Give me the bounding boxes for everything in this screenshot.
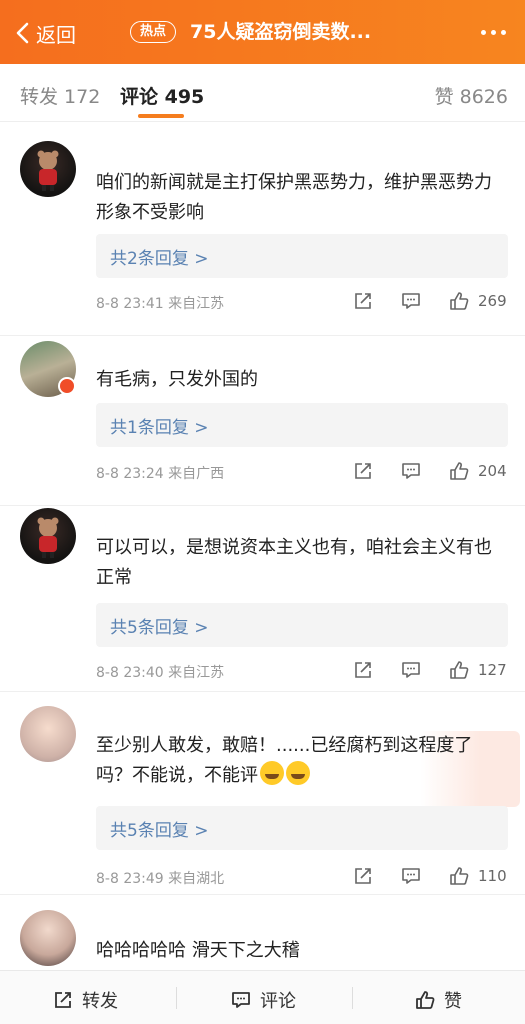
comment-icon bbox=[232, 992, 250, 1008]
thumbs-up-icon[interactable] bbox=[448, 659, 470, 681]
divider bbox=[0, 691, 525, 692]
thumbs-up-icon[interactable] bbox=[448, 865, 470, 887]
forward-label: 转发 bbox=[82, 991, 118, 1012]
comment-text-content: 至少别人敢发，敢赔！......已经腐朽到这程度了吗？不能说，不能评 bbox=[96, 735, 473, 786]
comment-text: 咱们的新闻就是主打保护黑恶势力，维护黑恶势力形象不受影响 bbox=[96, 172, 492, 223]
like-count: 127 bbox=[478, 661, 507, 679]
view-replies-link[interactable]: 共5条回复 > bbox=[110, 816, 208, 841]
back-button[interactable]: 返回 bbox=[14, 18, 76, 48]
comment-meta: 8-8 23:40 来自江苏 bbox=[96, 662, 224, 682]
avatar[interactable] bbox=[20, 706, 76, 762]
comment-text: 可以可以，是想说资本主义也有，咱社会主义有也正常 bbox=[96, 537, 492, 588]
comment-location: 来自湖北 bbox=[168, 871, 225, 887]
back-label: 返回 bbox=[36, 22, 76, 47]
divider bbox=[0, 335, 525, 336]
share-icon[interactable] bbox=[352, 460, 374, 482]
share-icon bbox=[55, 992, 71, 1008]
comment-location: 来自江苏 bbox=[168, 296, 225, 312]
view-replies-link[interactable]: 共2条回复 > bbox=[110, 244, 208, 269]
comment-actions: 127 bbox=[326, 659, 509, 681]
view-replies-link[interactable]: 共1条回复 > bbox=[110, 413, 208, 438]
page-title: 75人疑盗窃倒卖数... bbox=[190, 21, 372, 43]
like-count: 269 bbox=[478, 292, 507, 310]
comment-actions: 204 bbox=[326, 460, 509, 482]
crying-emoji-icon bbox=[260, 761, 284, 785]
comment-time: 8-8 23:41 bbox=[96, 296, 164, 312]
avatar[interactable] bbox=[20, 508, 76, 564]
avatar[interactable] bbox=[20, 910, 76, 966]
reply-box[interactable]: 共2条回复 > bbox=[96, 234, 508, 278]
reply-box[interactable]: 共5条回复 > bbox=[96, 603, 508, 647]
comment-icon[interactable] bbox=[400, 659, 422, 681]
reply-box[interactable]: 共1条回复 > bbox=[96, 403, 508, 447]
divider bbox=[352, 987, 353, 1009]
active-tab-indicator bbox=[138, 114, 184, 118]
comment-actions: 269 bbox=[326, 290, 509, 312]
thumbs-up-icon bbox=[416, 991, 435, 1009]
like-label: 赞 bbox=[444, 991, 462, 1012]
comment-time: 8-8 23:49 bbox=[96, 871, 164, 887]
bottom-action-bar: 转发 评论 赞 bbox=[0, 970, 525, 1024]
comment-text: 有毛病，只发外国的 bbox=[96, 369, 258, 390]
share-icon[interactable] bbox=[352, 290, 374, 312]
share-icon[interactable] bbox=[352, 659, 374, 681]
reply-box[interactable]: 共5条回复 > bbox=[96, 806, 508, 850]
hot-badge: 热点 bbox=[130, 21, 177, 43]
thumbs-up-icon[interactable] bbox=[448, 460, 470, 482]
share-icon[interactable] bbox=[352, 865, 374, 887]
like-count: 204 bbox=[478, 462, 507, 480]
forward-button[interactable]: 转发 bbox=[52, 987, 118, 1013]
comment-meta: 8-8 23:41 来自江苏 bbox=[96, 293, 224, 313]
tab-comments[interactable]: 评论 495 bbox=[120, 82, 204, 109]
comment-label: 评论 bbox=[260, 991, 296, 1012]
more-icon[interactable] bbox=[477, 22, 509, 42]
comment-icon[interactable] bbox=[400, 865, 422, 887]
comment-time: 8-8 23:24 bbox=[96, 466, 164, 482]
comment-location: 来自江苏 bbox=[168, 665, 225, 681]
view-replies-link[interactable]: 共5条回复 > bbox=[110, 613, 208, 638]
crying-emoji-icon bbox=[286, 761, 310, 785]
comment-icon[interactable] bbox=[400, 460, 422, 482]
comment-meta: 8-8 23:49 来自湖北 bbox=[96, 868, 224, 888]
comment-actions: 110 bbox=[326, 865, 509, 887]
like-count: 110 bbox=[478, 867, 507, 885]
comment-button[interactable]: 评论 bbox=[230, 987, 296, 1013]
tab-likes[interactable]: 赞 8626 bbox=[435, 82, 508, 109]
comment-icon[interactable] bbox=[400, 290, 422, 312]
like-button[interactable]: 赞 bbox=[414, 987, 462, 1013]
comment-location: 来自广西 bbox=[168, 466, 225, 482]
comment-meta: 8-8 23:24 来自广西 bbox=[96, 463, 224, 483]
thumbs-up-icon[interactable] bbox=[448, 290, 470, 312]
chevron-left-icon bbox=[16, 22, 29, 44]
comment-text: 哈哈哈哈哈 滑天下之大稽 bbox=[96, 940, 300, 961]
comment-time: 8-8 23:40 bbox=[96, 665, 164, 681]
top-header: 返回 热点 75人疑盗窃倒卖数... bbox=[0, 0, 525, 64]
divider bbox=[0, 505, 525, 506]
verified-badge-icon bbox=[58, 377, 76, 395]
avatar[interactable] bbox=[20, 141, 76, 197]
tab-bar: 转发 172 评论 495 赞 8626 bbox=[0, 64, 525, 122]
comment-text: 至少别人敢发，敢赔！......已经腐朽到这程度了吗？不能说，不能评 bbox=[96, 731, 508, 791]
tab-forward[interactable]: 转发 172 bbox=[20, 82, 100, 109]
divider bbox=[0, 894, 525, 895]
divider bbox=[176, 987, 177, 1009]
